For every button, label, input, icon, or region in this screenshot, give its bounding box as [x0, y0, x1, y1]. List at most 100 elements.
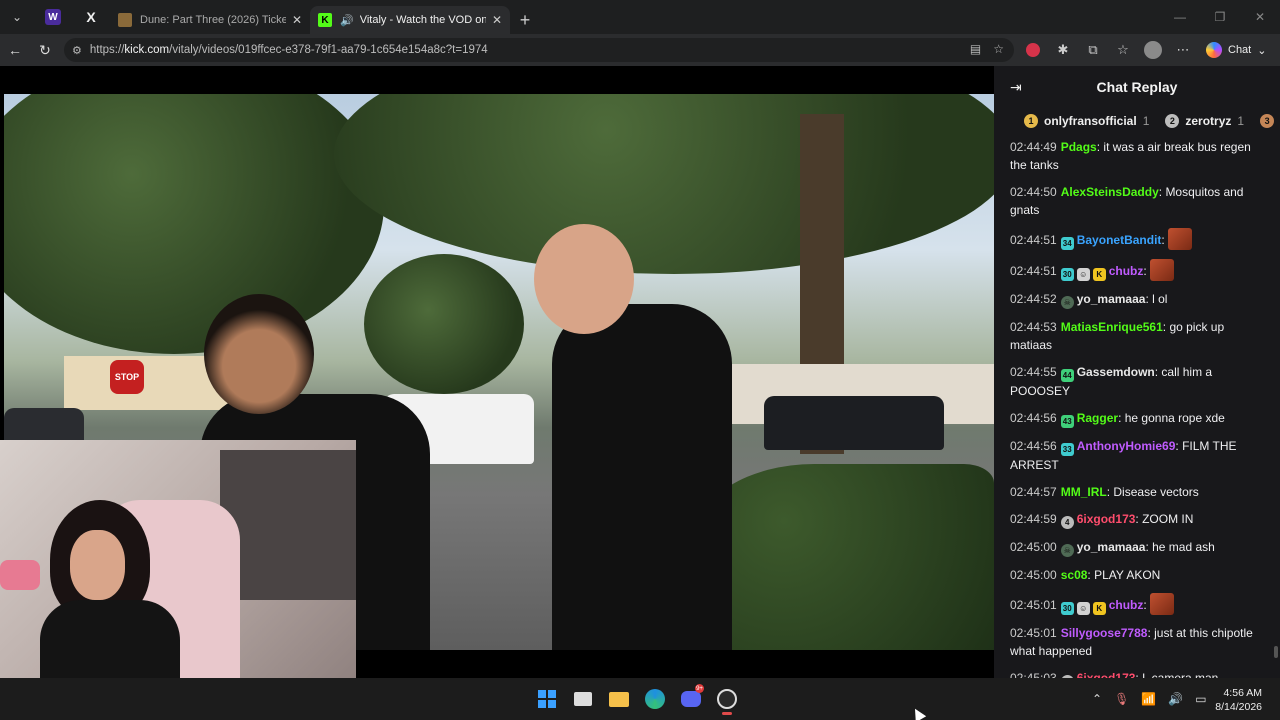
message-username[interactable]: Pdags: [1061, 140, 1097, 154]
subscriber-badge-icon: 33: [1060, 443, 1074, 456]
pinned-tab-x[interactable]: X: [72, 0, 110, 34]
emote-badge-icon: ☺: [1076, 268, 1090, 281]
volume-icon[interactable]: 🔊: [1168, 692, 1183, 706]
hedge: [694, 464, 994, 650]
gifter-count: 1: [1237, 114, 1245, 128]
person-right-head: [534, 224, 634, 334]
gifter-name[interactable]: zerotryz: [1185, 114, 1231, 128]
message-username[interactable]: BayonetBandit: [1077, 233, 1162, 247]
copilot-label: Chat: [1228, 44, 1252, 56]
back-icon[interactable]: ←: [0, 34, 30, 66]
streamer-face: [70, 530, 125, 600]
message-timestamp: 02:44:59: [1010, 512, 1057, 526]
tab-title: Vitaly - Watch the VOD on Kick: [359, 14, 486, 26]
chat-scrollbar[interactable]: [1274, 646, 1278, 658]
subscriber-badge-icon: 30: [1060, 268, 1074, 281]
tree: [4, 94, 384, 354]
person-left-head: [204, 294, 314, 414]
message-username[interactable]: yo_mamaaa: [1077, 540, 1146, 554]
favorites-icon[interactable]: ☆: [1108, 34, 1138, 66]
message-username[interactable]: Ragger: [1077, 411, 1118, 425]
microphone: [0, 560, 40, 590]
chat-message: 02:44:52 ☠ yo_mamaaa: l ol: [1010, 290, 1264, 309]
reload-icon[interactable]: ↻: [30, 34, 60, 66]
url-actions: ▤ ☆: [970, 42, 1004, 56]
message-separator: :: [1118, 411, 1125, 425]
emote-badge-icon: ☺: [1076, 602, 1090, 615]
edge-button[interactable]: [638, 682, 672, 716]
task-view-button[interactable]: [566, 682, 600, 716]
message-username[interactable]: chubz: [1109, 264, 1144, 278]
chat-message: 02:44:55 44 Gassemdown: call him a POOOSEY: [1010, 363, 1264, 400]
message-username[interactable]: MM_IRL: [1061, 485, 1107, 499]
tab-kick-vod[interactable]: K 🔊 Vitaly - Watch the VOD on Kick ✕: [310, 6, 510, 34]
chat-message: 02:44:57 MM_IRL: Disease vectors: [1010, 483, 1264, 501]
battery-icon[interactable]: ▭: [1195, 692, 1206, 706]
chat-message-list: 02:44:49 Pdags: it was a air break bus re…: [1010, 138, 1264, 697]
parked-car: [4, 408, 84, 444]
close-window-icon[interactable]: ✕: [1240, 0, 1280, 34]
obs-icon: [717, 689, 737, 709]
message-timestamp: 02:44:56: [1010, 411, 1057, 425]
start-button[interactable]: [530, 682, 564, 716]
message-username[interactable]: Gassemdown: [1077, 365, 1155, 379]
chat-message: 02:44:50 AlexSteinsDaddy: Mosquitos and g…: [1010, 183, 1264, 219]
extensions-puzzle-icon[interactable]: ✱: [1048, 34, 1078, 66]
reading-mode-icon[interactable]: ▤: [970, 42, 981, 56]
pinned-tab-w[interactable]: W: [34, 0, 72, 34]
speaker-icon[interactable]: 🔊: [340, 14, 354, 27]
chat-header: ⇥ Chat Replay: [994, 66, 1280, 108]
subscriber-badge-icon: 43: [1060, 415, 1074, 428]
chat-message: 02:45:01 Sillygoose7788: just at this chi…: [1010, 624, 1264, 660]
close-tab-icon[interactable]: ✕: [292, 13, 302, 27]
tab-actions-menu-icon[interactable]: ⌄: [0, 0, 34, 34]
message-username[interactable]: yo_mamaaa: [1077, 292, 1146, 306]
site-info-icon[interactable]: ⚙: [72, 44, 82, 57]
url-path: /vitaly/videos/019ffcec-e378-79f1-aa79-1…: [169, 44, 488, 56]
close-tab-icon[interactable]: ✕: [492, 13, 502, 27]
favorite-star-icon[interactable]: ☆: [993, 42, 1004, 56]
chevron-up-icon[interactable]: ⌃: [1092, 692, 1102, 706]
kick-badge-icon: K: [1092, 268, 1106, 281]
chat-message: 02:45:00 sc08: PLAY AKON: [1010, 566, 1264, 584]
clock[interactable]: 4:56 AM 8/14/2026: [1215, 686, 1262, 714]
new-tab-button[interactable]: +: [510, 6, 540, 34]
microphone-icon[interactable]: 🎙: [1114, 692, 1129, 706]
x-logo-icon: X: [86, 9, 96, 25]
file-explorer-button[interactable]: [602, 682, 636, 716]
message-username[interactable]: sc08: [1061, 568, 1088, 582]
maximize-icon[interactable]: ❐: [1200, 0, 1240, 34]
url-field[interactable]: ⚙ https://kick.com/vitaly/videos/019ffce…: [64, 38, 1014, 62]
collapse-chat-icon[interactable]: ⇥: [1010, 79, 1022, 96]
message-username[interactable]: AlexSteinsDaddy: [1061, 185, 1159, 199]
skull-badge-icon: ☠: [1060, 296, 1074, 309]
message-username[interactable]: 6ixgod173: [1077, 512, 1136, 526]
notification-badge: 9+: [695, 684, 704, 693]
message-timestamp: 02:44:51: [1010, 233, 1057, 247]
obs-button[interactable]: [710, 682, 744, 716]
discord-button[interactable]: 9+: [674, 682, 708, 716]
message-username[interactable]: MatiasEnrique561: [1061, 320, 1163, 334]
message-username[interactable]: Sillygoose7788: [1061, 626, 1148, 640]
message-timestamp: 02:44:51: [1010, 264, 1057, 278]
tab-dune[interactable]: Dune: Part Three (2026) Tickets & ✕: [110, 6, 310, 34]
windows-taskbar: 9+ ⌃ 🎙 📶 🔊 ▭ 4:56 AM 8/14/2026: [0, 678, 1280, 720]
gifter-name[interactable]: onlyfransofficial: [1044, 114, 1137, 128]
extension-red-icon[interactable]: [1018, 34, 1048, 66]
more-menu-icon[interactable]: ⋯: [1168, 34, 1198, 66]
tab-title: Dune: Part Three (2026) Tickets &: [140, 14, 286, 26]
profile-avatar[interactable]: [1138, 34, 1168, 66]
message-username[interactable]: AnthonyHomie69: [1077, 439, 1176, 453]
wifi-icon[interactable]: 📶: [1141, 692, 1156, 706]
minimize-icon[interactable]: —: [1160, 0, 1200, 34]
message-text: l ol: [1152, 292, 1168, 306]
message-timestamp: 02:44:55: [1010, 365, 1057, 379]
video-player[interactable]: STOP: [0, 66, 994, 678]
message-timestamp: 02:44:56: [1010, 439, 1057, 453]
split-screen-icon[interactable]: ⧉: [1078, 34, 1108, 66]
emote-image-icon: [1168, 228, 1193, 250]
message-username[interactable]: chubz: [1109, 598, 1144, 612]
person-right: [552, 304, 732, 650]
copilot-chat-button[interactable]: Chat ⌄: [1198, 42, 1274, 58]
top-gifters-bar: 1 onlyfransofficial 1 2 zerotryz 1 3: [994, 108, 1280, 134]
